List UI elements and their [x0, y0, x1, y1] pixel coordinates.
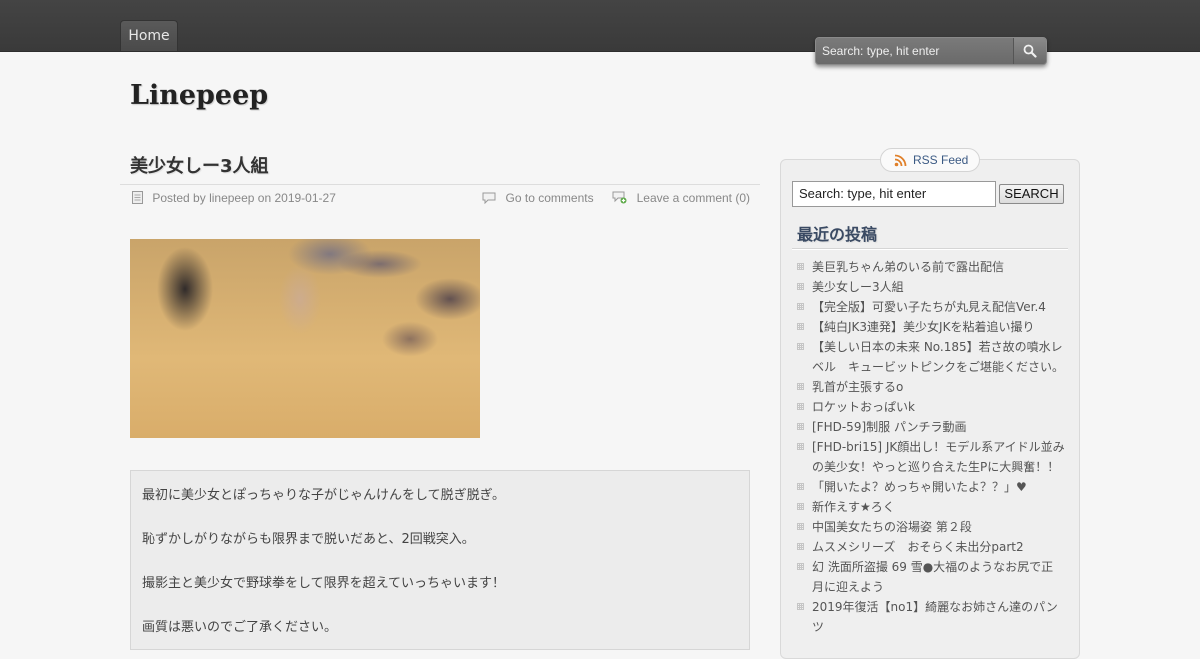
leave-comment-link[interactable]: Leave a comment (0) [637, 191, 750, 205]
bullet-icon [797, 443, 804, 450]
rss-feed-label[interactable]: RSS Feed [913, 149, 968, 171]
date-prefix: on [257, 190, 272, 205]
recent-post-link[interactable]: 【完全版】可愛い子たちが丸見え配信Ver.4 [812, 300, 1046, 314]
top-navigation-bar: Home Search: type, hit enter [0, 0, 1200, 65]
header-search-input[interactable]: Search: type, hit enter [816, 38, 1013, 64]
post-meta-links: Go to comments Leave a comment (0) [482, 190, 750, 205]
widget-divider [792, 248, 1068, 250]
recent-post-link[interactable]: 「開いたよ？めっちゃ開いたよ？？」♥ [812, 480, 1027, 494]
rss-icon [894, 154, 907, 167]
post-featured-image[interactable] [130, 239, 480, 438]
bullet-icon [797, 483, 804, 490]
site-title[interactable]: Linepeep [130, 80, 268, 111]
bullet-icon [797, 343, 804, 350]
bullet-icon [797, 603, 804, 610]
recent-post-link[interactable]: ロケットおっぱいk [812, 400, 915, 414]
recent-post-item[interactable]: ムスメシリーズ おそらく未出分part2 [795, 537, 1065, 557]
recent-post-item[interactable]: [FHD-59]制服 パンチラ動画 [795, 417, 1065, 437]
go-to-comments-link[interactable]: Go to comments [506, 191, 594, 205]
bullet-icon [797, 543, 804, 550]
recent-post-item[interactable]: 新作えす★ろく [795, 497, 1065, 517]
recent-post-link[interactable]: ムスメシリーズ おそらく未出分part2 [812, 540, 1024, 554]
recent-post-item[interactable]: 美少女しー3人組 [795, 277, 1065, 297]
post-paragraph: 恥ずかしがりながらも限界まで脱いだあと、2回戦突入。 [142, 532, 475, 547]
bullet-icon [797, 403, 804, 410]
bullet-icon [797, 323, 804, 330]
recent-post-link[interactable]: 幻 洗面所盗撮 69 雪●大福のようなお尻で正月に迎えよう [812, 560, 1053, 594]
header-search-button[interactable] [1013, 38, 1046, 64]
recent-post-item[interactable]: 幻 洗面所盗撮 69 雪●大福のようなお尻で正月に迎えよう [795, 557, 1065, 597]
recent-post-item[interactable]: [FHD-bri15] JK顔出し！モデル系アイドル並みの美少女！やっと巡り合え… [795, 437, 1065, 477]
bullet-icon [797, 523, 804, 530]
recent-post-link[interactable]: [FHD-59]制服 パンチラ動画 [812, 420, 967, 434]
rss-feed-link[interactable]: RSS Feed [880, 148, 980, 172]
recent-post-item[interactable]: 「開いたよ？めっちゃ開いたよ？？」♥ [795, 477, 1065, 497]
recent-post-link[interactable]: 【純白JK3連発】美少女JKを粘着追い撮り [812, 320, 1034, 334]
post-meta: Posted by linepeep on 2019-01-27 Go to c… [120, 184, 760, 209]
bullet-icon [797, 303, 804, 310]
post-title[interactable]: 美少女しー3人組 [130, 152, 269, 178]
sidebar-search-button[interactable]: SEARCH [999, 184, 1064, 204]
header-search-box: Search: type, hit enter [815, 37, 1047, 65]
post-meta-byline: Posted by linepeep on 2019-01-27 [132, 190, 336, 205]
post-author[interactable]: linepeep [209, 191, 254, 205]
post-paragraph: 最初に美少女とぽっちゃりな子がじゃんけんをして脱ぎ脱ぎ。 [142, 488, 505, 503]
recent-post-link[interactable]: 乳首が主張するo [812, 380, 903, 394]
bullet-icon [797, 383, 804, 390]
recent-post-item[interactable]: 中国美女たちの浴場姿 第２段 [795, 517, 1065, 537]
post-paragraph: 撮影主と美少女で野球拳をして限界を超えていっちゃいます！ [142, 576, 505, 591]
post-paragraph: 画質は悪いのでご了承ください。 [142, 620, 338, 635]
recent-post-item[interactable]: 美巨乳ちゃん弟のいる前で露出配信 [795, 257, 1065, 277]
recent-posts-heading: 最近の投稿 [797, 225, 878, 244]
post-excerpt: 最初に美少女とぽっちゃりな子がじゃんけんをして脱ぎ脱ぎ。 恥ずかしがりながらも限… [130, 470, 750, 650]
document-icon [132, 191, 143, 205]
recent-post-item[interactable]: 【純白JK3連発】美少女JKを粘着追い撮り [795, 317, 1065, 337]
recent-post-link[interactable]: 美巨乳ちゃん弟のいる前で露出配信 [812, 260, 1004, 274]
recent-post-link[interactable]: 新作えす★ろく [812, 500, 895, 514]
recent-post-item[interactable]: 乳首が主張するo [795, 377, 1065, 397]
magnifier-icon [1023, 44, 1037, 58]
recent-post-link[interactable]: 美少女しー3人組 [812, 280, 904, 294]
recent-post-link[interactable]: 2019年復活【no1】綺麗なお姉さん達のパンツ [812, 600, 1058, 634]
recent-post-item[interactable]: 2019年復活【no1】綺麗なお姉さん達のパンツ [795, 597, 1065, 637]
bullet-icon [797, 423, 804, 430]
recent-posts-list: 美巨乳ちゃん弟のいる前で露出配信 美少女しー3人組 【完全版】可愛い子たちが丸見… [795, 257, 1065, 637]
bullet-icon [797, 263, 804, 270]
sidebar-search-input[interactable]: Search: type, hit enter [792, 181, 996, 207]
post-date: 2019-01-27 [274, 190, 336, 205]
recent-post-item[interactable]: 【美しい日本の未来 No.185】若さ故の噴水レベル キュービットピンクをご堪能… [795, 337, 1065, 377]
recent-post-item[interactable]: 【完全版】可愛い子たちが丸見え配信Ver.4 [795, 297, 1065, 317]
comment-add-icon [612, 191, 627, 204]
recent-post-link[interactable]: 【美しい日本の未来 No.185】若さ故の噴水レベル キュービットピンクをご堪能… [812, 340, 1064, 374]
nav-home-tab[interactable]: Home [120, 20, 178, 51]
bullet-icon [797, 283, 804, 290]
bullet-icon [797, 503, 804, 510]
recent-post-item[interactable]: ロケットおっぱいk [795, 397, 1065, 417]
recent-post-link[interactable]: [FHD-bri15] JK顔出し！モデル系アイドル並みの美少女！やっと巡り合え… [812, 440, 1065, 474]
bullet-icon [797, 563, 804, 570]
speech-bubble-icon [482, 192, 496, 204]
recent-post-link[interactable]: 中国美女たちの浴場姿 第２段 [812, 520, 972, 534]
posted-by-label: Posted by [152, 190, 206, 205]
